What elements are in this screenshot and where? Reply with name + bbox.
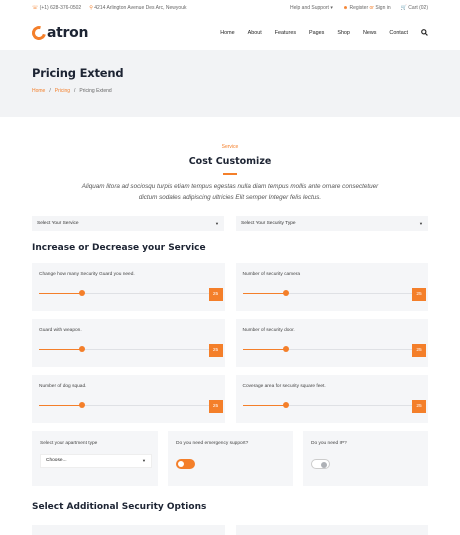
emergency-toggle[interactable] bbox=[176, 458, 195, 469]
slider-card-cameras: Number of security camera 25 bbox=[235, 262, 428, 311]
slider-thumb[interactable] bbox=[79, 290, 86, 296]
caret-down-icon: ▼ bbox=[142, 458, 146, 463]
slider-label: Change how many Security Guard you need. bbox=[39, 271, 135, 277]
slider-value: 25 bbox=[208, 343, 223, 357]
select-service[interactable]: Select Your Service ▼ bbox=[32, 215, 224, 231]
slider-value: 25 bbox=[412, 399, 426, 413]
ip-label: Do you need IP? bbox=[311, 440, 347, 446]
slider-thumb[interactable] bbox=[282, 290, 289, 296]
breadcrumb-separator: / bbox=[74, 88, 76, 94]
nav-shop[interactable]: Shop bbox=[337, 30, 350, 36]
logo[interactable]: atron bbox=[29, 23, 89, 43]
chevron-down-icon: ▾ bbox=[330, 5, 333, 11]
weapons-slider[interactable] bbox=[39, 346, 212, 352]
ip-card: Do you need IP? bbox=[303, 430, 428, 486]
slider-thumb[interactable] bbox=[282, 402, 289, 408]
ip-toggle[interactable] bbox=[311, 458, 330, 469]
phone-icon: ☏ bbox=[32, 5, 39, 11]
breadcrumb-pricing[interactable]: Pricing bbox=[55, 88, 70, 94]
nav-home[interactable]: Home bbox=[220, 30, 234, 36]
top-bar: ☏ (+1) 628-376-0502 ⚲ 4214 Arlington Ave… bbox=[0, 0, 460, 16]
caret-down-icon: ▼ bbox=[419, 220, 423, 226]
section-title: Cost Customize bbox=[188, 156, 272, 167]
breadcrumb-separator: / bbox=[49, 88, 51, 94]
slider-label: Number of dog squad. bbox=[39, 383, 87, 389]
slider-value: 25 bbox=[412, 287, 426, 301]
slider-card-coverage: Coverage area for security square feet. … bbox=[235, 374, 428, 423]
nav-contact[interactable]: Contact bbox=[389, 30, 408, 36]
nav-news[interactable]: News bbox=[363, 30, 376, 36]
option-card[interactable] bbox=[235, 525, 428, 535]
nav-pages[interactable]: Pages bbox=[309, 30, 324, 36]
slider-card-guards: Change how many Security Guard you need.… bbox=[32, 262, 225, 311]
service-section-title: Increase or Decrease your Service bbox=[32, 242, 206, 253]
phone-info: ☏ (+1) 628-376-0502 bbox=[32, 5, 81, 11]
cost-intro: Service Cost Customize Aliquam litora ad… bbox=[0, 117, 460, 203]
emergency-label: Do you need emergency support? bbox=[176, 440, 249, 446]
slider-card-doors: Number of security door. 25 bbox=[235, 318, 428, 367]
cart-icon: 🛒 bbox=[400, 5, 407, 11]
doors-slider[interactable] bbox=[242, 346, 415, 352]
phone-number: (+1) 628-376-0502 bbox=[39, 5, 82, 11]
additional-options-title: Select Additional Security Options bbox=[32, 501, 207, 512]
emergency-card: Do you need emergency support? bbox=[168, 430, 293, 486]
slider-label: Number of security door. bbox=[242, 327, 295, 333]
breadcrumb-home[interactable]: Home bbox=[32, 88, 45, 94]
breadcrumb: Home / Pricing / Pricing Extend bbox=[32, 88, 428, 94]
apartment-select-value: Choose... bbox=[46, 458, 67, 463]
slider-label: Number of security camera bbox=[242, 271, 301, 277]
page-hero: Pricing Extend Home / Pricing / Pricing … bbox=[0, 50, 460, 117]
account-links: ☻ Register or Sign in bbox=[343, 5, 391, 11]
nav-features[interactable]: Features bbox=[275, 30, 296, 36]
apartment-label: Select your apartment type bbox=[40, 440, 98, 446]
guards-slider[interactable] bbox=[39, 290, 212, 296]
additional-options-row bbox=[0, 525, 460, 535]
section-kicker: Service bbox=[221, 144, 239, 150]
section-description: Aliquam litora ad sociosqu turpis etiam … bbox=[81, 182, 379, 201]
help-support-dropdown[interactable]: Help and Support ▾ bbox=[290, 5, 333, 11]
breadcrumb-current: Pricing Extend bbox=[79, 88, 112, 94]
apartment-select[interactable]: Choose... ▼ bbox=[40, 453, 152, 468]
signin-link[interactable]: Sign in bbox=[375, 5, 390, 11]
slider-card-weapons: Guard with weapon. 25 bbox=[32, 318, 225, 367]
page-title: Pricing Extend bbox=[32, 66, 124, 80]
options-row: Select your apartment type Choose... ▼ D… bbox=[0, 430, 460, 486]
logo-text: atron bbox=[47, 25, 89, 41]
address-text: 4214 Arlington Avenue Des Arc, Newyouk bbox=[94, 5, 187, 11]
select-security-type[interactable]: Select Your Security Type ▼ bbox=[236, 215, 428, 231]
or-text: or bbox=[369, 5, 374, 11]
slider-thumb[interactable] bbox=[79, 402, 86, 408]
address-info: ⚲ 4214 Arlington Avenue Des Arc, Newyouk bbox=[89, 5, 186, 11]
cart-link[interactable]: 🛒 Cart (02) bbox=[401, 5, 428, 11]
title-underline bbox=[223, 173, 237, 175]
register-link[interactable]: Register bbox=[349, 5, 368, 11]
slider-thumb[interactable] bbox=[282, 346, 289, 352]
select-service-value: Select Your Service bbox=[37, 220, 79, 226]
main-nav: Home About Features Pages Shop News Cont… bbox=[220, 28, 428, 38]
slider-thumb[interactable] bbox=[79, 346, 86, 352]
slider-card-dogs: Number of dog squad. 25 bbox=[32, 374, 225, 423]
slider-value: 25 bbox=[208, 399, 223, 413]
cameras-slider[interactable] bbox=[242, 290, 415, 296]
slider-label: Guard with weapon. bbox=[39, 327, 82, 333]
caret-down-icon: ▼ bbox=[215, 220, 219, 226]
slider-grid: Change how many Security Guard you need.… bbox=[0, 262, 460, 423]
user-icon: ☻ bbox=[342, 5, 349, 11]
dogs-slider[interactable] bbox=[39, 402, 212, 408]
logo-mark-icon bbox=[29, 23, 49, 43]
service-selects: Select Your Service ▼ Select Your Securi… bbox=[0, 215, 460, 231]
slider-label: Coverage area for security square feet. bbox=[242, 383, 326, 389]
search-icon[interactable] bbox=[421, 28, 428, 38]
option-card[interactable] bbox=[32, 525, 225, 535]
location-pin-icon: ⚲ bbox=[89, 5, 93, 11]
select-security-type-value: Select Your Security Type bbox=[241, 220, 296, 226]
slider-value: 25 bbox=[412, 343, 426, 357]
coverage-slider[interactable] bbox=[242, 402, 415, 408]
site-header: atron Home About Features Pages Shop New… bbox=[0, 16, 460, 50]
nav-about[interactable]: About bbox=[248, 30, 262, 36]
slider-value: 25 bbox=[208, 287, 223, 301]
apartment-card: Select your apartment type Choose... ▼ bbox=[32, 430, 158, 486]
